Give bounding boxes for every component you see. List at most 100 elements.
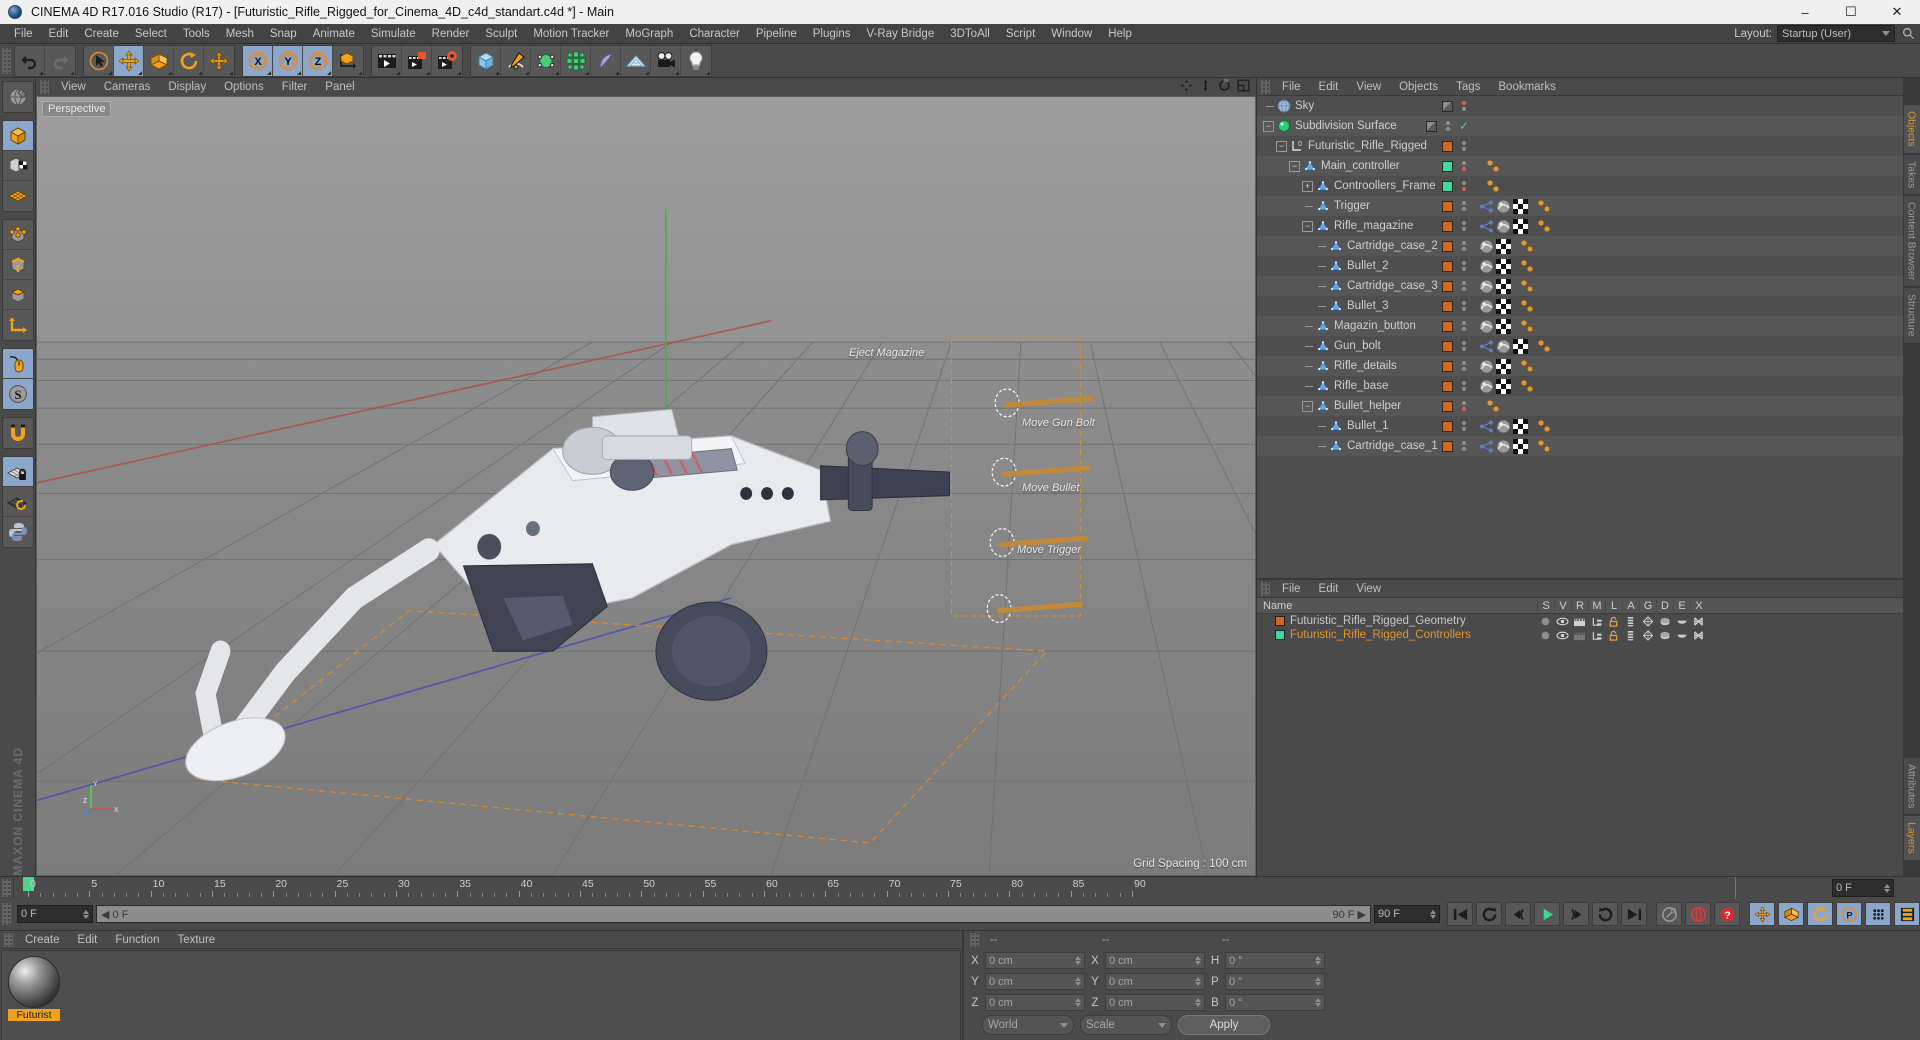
polygons-mode-icon[interactable]: [2, 280, 33, 310]
parameter-key-button[interactable]: P: [1836, 902, 1862, 926]
object-color-swatch[interactable]: [1442, 400, 1453, 412]
object-visibility-dots[interactable]: [1459, 281, 1469, 291]
axis-y-lock-icon[interactable]: Y: [273, 45, 303, 76]
soft-selection-icon[interactable]: S: [2, 379, 33, 409]
viewport-menu-panel[interactable]: Panel: [316, 81, 363, 93]
coordinate-mode-dropdown[interactable]: Scale: [1080, 1015, 1172, 1035]
object-color-swatch[interactable]: [1425, 120, 1437, 132]
object-visibility-dots[interactable]: [1459, 381, 1469, 391]
stepper-icon[interactable]: [1884, 883, 1890, 893]
go-to-start-button[interactable]: [1447, 902, 1473, 926]
menu-item-window[interactable]: Window: [1043, 24, 1100, 44]
menu-item-create[interactable]: Create: [76, 24, 127, 44]
current-frame-field[interactable]: 0 F: [17, 905, 93, 923]
layer-row[interactable]: Futuristic_Rifle_Rigged_Geometry: [1257, 614, 1903, 628]
object-row[interactable]: Bullet_2: [1257, 256, 1475, 276]
tag-texture-icon[interactable]: [1513, 418, 1528, 434]
object-visibility-dots[interactable]: [1459, 261, 1469, 271]
point-level-animation-button[interactable]: [1865, 902, 1891, 926]
object-visibility-dots[interactable]: [1459, 421, 1469, 431]
coordinates-drag-handle[interactable]: [970, 933, 979, 947]
tab-structure[interactable]: Structure: [1902, 287, 1920, 344]
edges-mode-icon[interactable]: [2, 250, 33, 280]
object-row[interactable]: − Rifle_magazine: [1257, 216, 1475, 236]
coordinate-size-x-field[interactable]: 0 cm: [1105, 952, 1205, 969]
tag-material-icon[interactable]: [1479, 238, 1494, 254]
layer-flag-S[interactable]: [1537, 630, 1554, 641]
python-script-icon[interactable]: [2, 517, 33, 547]
step-back-button[interactable]: [1505, 902, 1531, 926]
current-frame-field-right[interactable]: 0 F: [1832, 879, 1894, 897]
render-region-icon[interactable]: [402, 45, 432, 76]
stepper-icon[interactable]: [1315, 998, 1321, 1007]
tag-material-icon[interactable]: [1479, 258, 1494, 274]
object-menu-bookmarks[interactable]: Bookmarks: [1489, 81, 1565, 93]
tag-constraint-icon[interactable]: [1479, 439, 1494, 454]
object-color-swatch[interactable]: [1442, 440, 1453, 452]
step-forward-button[interactable]: [1563, 902, 1589, 926]
tag-constraint-icon[interactable]: [1479, 219, 1494, 234]
layer-flag-V[interactable]: [1554, 630, 1571, 641]
move-camera-icon[interactable]: [1180, 79, 1193, 95]
lock-workplane-icon[interactable]: [2, 457, 33, 487]
object-row[interactable]: Magazin_button: [1257, 316, 1475, 336]
object-row[interactable]: − Bullet_helper: [1257, 396, 1475, 416]
stepper-icon[interactable]: [1075, 956, 1081, 965]
stepper-icon[interactable]: [1075, 977, 1081, 986]
menu-item-file[interactable]: File: [6, 24, 41, 44]
material-menu-edit[interactable]: Edit: [69, 934, 107, 946]
transport-drag-handle[interactable]: [2, 903, 11, 925]
expander-minus-icon[interactable]: −: [1289, 160, 1300, 172]
tag-texture-icon[interactable]: [1513, 338, 1528, 354]
object-color-swatch[interactable]: [1442, 380, 1453, 392]
layout-dropdown[interactable]: Startup (User): [1777, 25, 1895, 42]
search-icon[interactable]: [1900, 26, 1916, 42]
tag-constraint-icon[interactable]: [1479, 339, 1494, 354]
menu-item-simulate[interactable]: Simulate: [363, 24, 424, 44]
tab-content-browser[interactable]: Content Browser: [1902, 195, 1920, 288]
object-color-swatch[interactable]: [1442, 340, 1453, 352]
layer-flag-X[interactable]: [1690, 616, 1707, 627]
object-row[interactable]: Cartridge_case_1: [1257, 436, 1475, 456]
stepper-icon[interactable]: [1315, 977, 1321, 986]
position-key-button[interactable]: [1749, 902, 1775, 926]
menu-item-pipeline[interactable]: Pipeline: [748, 24, 805, 44]
redo-icon[interactable]: [45, 45, 75, 76]
object-visibility-dots[interactable]: [1459, 321, 1469, 331]
tag-texture-icon[interactable]: [1496, 238, 1511, 254]
material-menu-create[interactable]: Create: [16, 934, 69, 946]
object-menu-objects[interactable]: Objects: [1390, 81, 1447, 93]
close-button[interactable]: ✕: [1874, 0, 1920, 24]
object-row[interactable]: Gun_bolt: [1257, 336, 1475, 356]
layer-flag-E[interactable]: [1673, 616, 1690, 627]
viewport-menu-options[interactable]: Options: [215, 81, 273, 93]
add-floor-icon[interactable]: [621, 45, 651, 76]
material-list[interactable]: Futurist: [1, 950, 961, 1040]
object-row[interactable]: Rifle_base: [1257, 376, 1475, 396]
layer-flag-L[interactable]: [1605, 616, 1622, 627]
move-tool-icon[interactable]: [114, 45, 144, 76]
tag-material-icon[interactable]: [1496, 218, 1511, 234]
object-visibility-dots[interactable]: [1459, 361, 1469, 371]
coordinate-position-x-field[interactable]: 0 cm: [985, 952, 1085, 969]
object-color-swatch[interactable]: [1442, 300, 1453, 312]
object-color-swatch[interactable]: [1442, 260, 1453, 272]
tag-material-icon[interactable]: [1479, 378, 1494, 394]
tag-constraint-icon[interactable]: [1479, 199, 1494, 214]
rotation-key-button[interactable]: [1807, 902, 1833, 926]
menu-item-edit[interactable]: Edit: [41, 24, 77, 44]
add-deformer-icon[interactable]: [591, 45, 621, 76]
add-nurbs-icon[interactable]: [531, 45, 561, 76]
layer-flag-G[interactable]: [1639, 629, 1656, 641]
texture-mode-icon[interactable]: [2, 151, 33, 181]
minimize-button[interactable]: –: [1782, 0, 1828, 24]
menu-item-tools[interactable]: Tools: [175, 24, 218, 44]
object-visibility-dots[interactable]: [1459, 141, 1469, 151]
tag-material-icon[interactable]: [1496, 338, 1511, 354]
layer-flag-G[interactable]: [1639, 615, 1656, 627]
layer-flag-E[interactable]: [1673, 630, 1690, 641]
menu-item-animate[interactable]: Animate: [305, 24, 363, 44]
object-menu-view[interactable]: View: [1347, 81, 1390, 93]
expander-minus-icon[interactable]: −: [1302, 400, 1313, 412]
object-visibility-dots[interactable]: [1459, 201, 1469, 211]
